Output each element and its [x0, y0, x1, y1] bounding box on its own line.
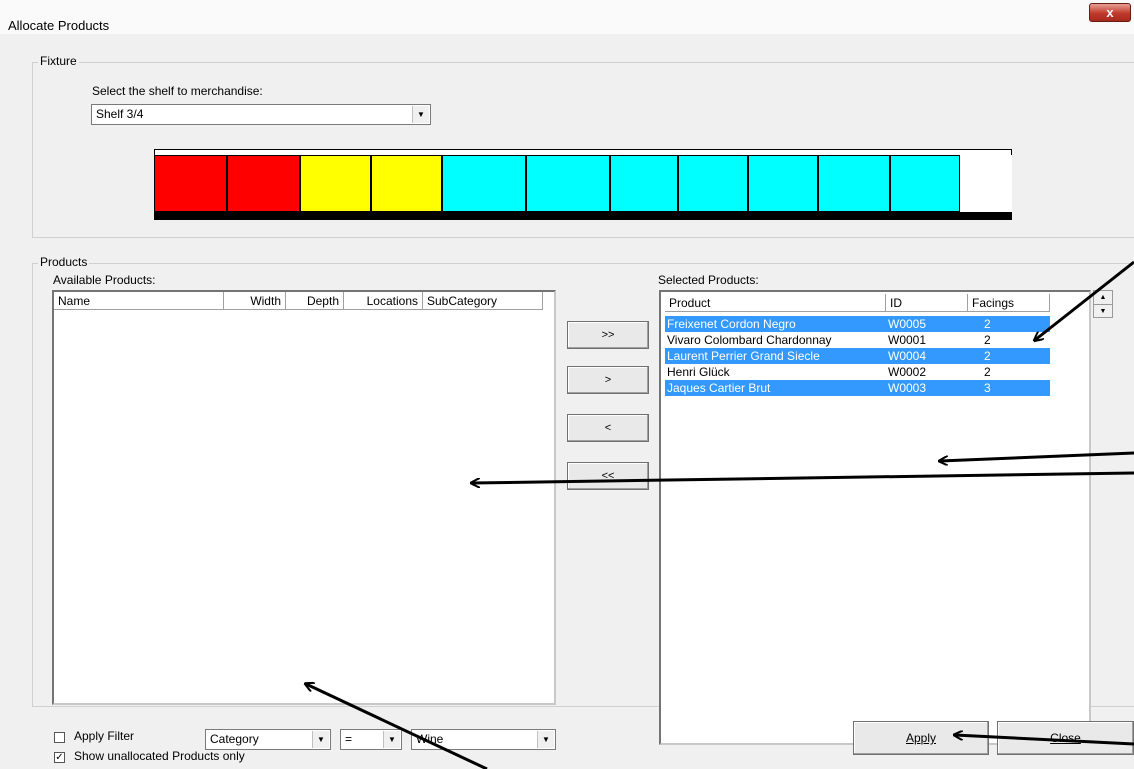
annotation-arrow [472, 471, 1134, 483]
annotation-arrow [955, 735, 1134, 746]
annotation-arrow [306, 684, 488, 769]
annotation-arrows [0, 260, 1134, 769]
annotation-arrow [940, 451, 1134, 461]
annotation-arrow [1035, 260, 1134, 340]
